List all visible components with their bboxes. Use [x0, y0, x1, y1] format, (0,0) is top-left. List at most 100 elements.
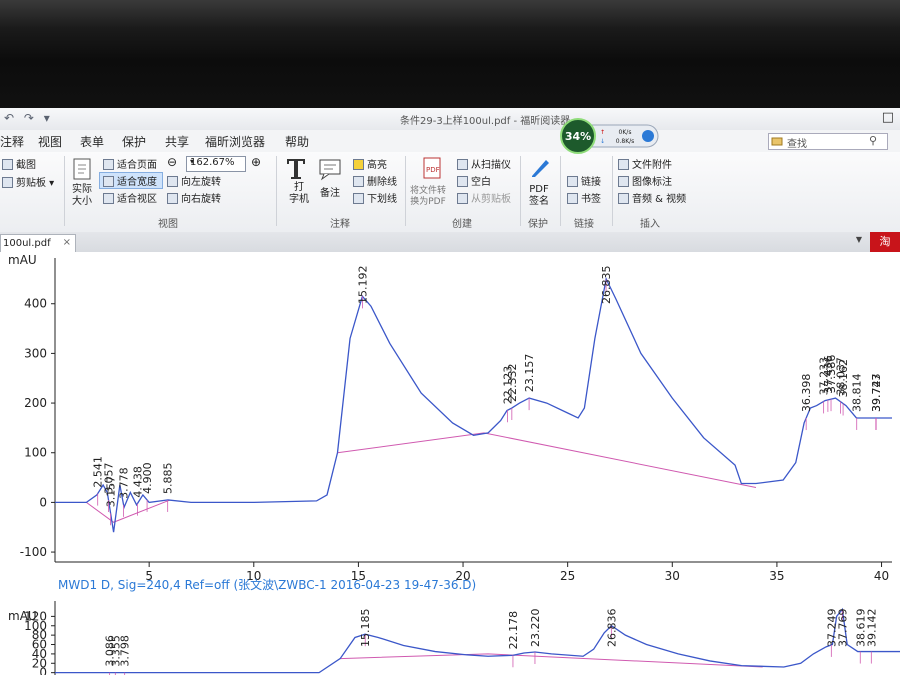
fit-width-icon — [103, 176, 114, 187]
link-button[interactable]: 链接 — [567, 173, 601, 188]
svg-text:PDF: PDF — [426, 166, 440, 174]
ribbon-toolbar: 截图 剪贴板 ▾ 实际 大小 适合页面 适合宽度 适合视区 ⊖ 162.67% ▾ … — [0, 152, 900, 233]
peak-label: 5.885 — [162, 462, 175, 494]
ribbon-separator — [64, 156, 65, 226]
highlight-button[interactable]: 高亮 — [353, 156, 387, 171]
group-label-insert: 插入 — [640, 219, 660, 230]
zoom-in-icon[interactable]: ⊕ — [251, 155, 261, 169]
menu-protect[interactable]: 保护 — [122, 133, 146, 150]
fit-view-button[interactable]: 适合视区 — [103, 190, 157, 205]
actual-size-button[interactable]: 实际 大小 — [72, 184, 92, 208]
menu-bar: 注释 视图 表单 保护 共享 福昕浏览器 帮助 查找 ⚲ — [0, 130, 900, 153]
boost-icon — [642, 130, 654, 142]
attachment-icon — [618, 159, 629, 170]
menu-view[interactable]: 视图 — [38, 133, 62, 150]
zoom-out-icon[interactable]: ⊖ — [167, 155, 177, 169]
zoom-select[interactable]: 162.67% ▾ — [186, 156, 246, 172]
quick-access-toolbar[interactable]: ↶ ↷ ▾ — [4, 111, 53, 125]
group-label-view: 视图 — [158, 219, 178, 230]
note-button[interactable]: 备注 — [320, 184, 340, 199]
integration-baseline — [86, 499, 171, 523]
y-axis-label: mAU — [8, 253, 37, 267]
ribbon-separator — [560, 156, 561, 226]
monitor-bezel — [0, 0, 900, 110]
window-title: 条件29-3上样100ul.pdf - 福昕阅读器 — [400, 116, 571, 127]
rotate-right-icon — [167, 193, 178, 204]
x-tick-label: 30 — [665, 569, 680, 583]
document-tab[interactable]: 100ul.pdf × — [0, 234, 76, 253]
file-attachment-button[interactable]: 文件附件 — [618, 156, 672, 171]
rotate-left-button[interactable]: 向左旋转 — [167, 173, 221, 188]
menu-help[interactable]: 帮助 — [285, 133, 309, 150]
strikeout-icon — [353, 176, 364, 187]
note-icon — [319, 159, 341, 181]
fit-width-button[interactable]: 适合宽度 — [103, 173, 157, 188]
download-arrow-icon: ↓ — [600, 138, 605, 145]
y-tick-label: 300 — [24, 346, 47, 360]
ribbon-separator — [276, 156, 277, 226]
peak-label: 23.220 — [529, 609, 542, 648]
peak-label: 3.798 — [119, 635, 132, 667]
from-scanner-button[interactable]: 从扫描仪 — [457, 156, 511, 171]
peak-label: 38.162 — [837, 359, 850, 398]
signal-trace — [55, 607, 900, 674]
close-window-icon[interactable]: □ — [882, 110, 894, 125]
y-tick-label: 100 — [24, 446, 47, 460]
clipboard-paste-icon — [457, 193, 468, 204]
y-tick-label: 120 — [24, 609, 47, 623]
upload-arrow-icon: ↑ — [600, 129, 605, 136]
integration-baseline — [337, 432, 757, 488]
side-ad-badge[interactable]: 淘 — [870, 232, 900, 252]
convert-to-pdf-button[interactable]: 将文件转 换为PDF — [410, 186, 446, 208]
search-icon[interactable]: ⚲ — [869, 134, 877, 147]
y-tick-label: 200 — [24, 396, 47, 410]
menu-share[interactable]: 共享 — [165, 133, 189, 150]
upper-chromatogram: mAU-10001002003004005 10 15 20 25 30 35 402.541… — [8, 253, 892, 583]
bookmark-button[interactable]: 书签 — [567, 190, 601, 205]
title-bar: ↶ ↷ ▾ 条件29-3上样100ul.pdf - 福昕阅读器 □ — [0, 108, 900, 130]
bookmark-icon — [567, 193, 578, 204]
peak-label: 22.332 — [506, 364, 519, 403]
chevron-down-icon: ▾ — [190, 157, 195, 166]
pdf-sign-button[interactable]: PDF 签名 — [529, 184, 549, 208]
y-tick-label: 0 — [39, 495, 47, 509]
audio-video-button[interactable]: 音频 & 视频 — [618, 190, 686, 205]
x-tick-label: 25 — [560, 569, 575, 583]
document-tab-row: 100ul.pdf × ▼ 淘 — [0, 232, 900, 253]
menu-foxit-browser[interactable]: 福昕浏览器 — [205, 133, 265, 150]
peak-label: 4.900 — [141, 462, 154, 494]
screenshot-icon — [2, 159, 13, 170]
blank-page-button[interactable]: 空白 — [457, 173, 491, 188]
clipboard-button[interactable]: 剪贴板 ▾ — [2, 174, 54, 189]
integration-baseline — [340, 653, 763, 668]
chart-title: MWD1 D, Sig=240,4 Ref=off (张文波\ZWBC-1 20… — [58, 577, 476, 592]
search-input[interactable]: 查找 — [787, 135, 807, 150]
convert-pdf-icon: PDF — [423, 157, 441, 179]
menu-comment[interactable]: 注释 — [0, 133, 24, 150]
underline-button[interactable]: 下划线 — [353, 190, 397, 205]
fit-page-button[interactable]: 适合页面 — [103, 156, 157, 171]
typewriter-icon — [287, 159, 305, 179]
foxit-reader-window: ↶ ↷ ▾ 条件29-3上样100ul.pdf - 福昕阅读器 □ 注释 视图 … — [0, 108, 900, 675]
tab-list-chevron-icon[interactable]: ▼ — [856, 235, 862, 244]
rotate-right-button[interactable]: 向右旋转 — [167, 190, 221, 205]
from-clipboard-button[interactable]: 从剪贴板 — [457, 190, 511, 205]
strikeout-button[interactable]: 删除线 — [353, 173, 397, 188]
peak-label: 39.743 — [870, 373, 883, 412]
peak-label: 26.835 — [600, 266, 613, 305]
peak-label: 39.142 — [865, 609, 878, 648]
screenshot-button[interactable]: 截图 — [2, 156, 36, 171]
menu-form[interactable]: 表单 — [80, 133, 104, 150]
peak-label: 26.836 — [605, 609, 618, 648]
pdf-sign-icon — [532, 160, 549, 177]
film-icon — [618, 193, 629, 204]
typewriter-button[interactable]: 打字机 — [289, 182, 309, 206]
network-speed-widget[interactable]: 34% ↑ ↓ 0K/s 0.8K/s — [560, 116, 660, 156]
group-label-links: 链接 — [574, 219, 594, 230]
peak-label: 15.192 — [356, 266, 369, 305]
image-annotation-button[interactable]: 图像标注 — [618, 173, 672, 188]
peak-label: 23.157 — [523, 354, 536, 393]
search-box[interactable]: 查找 ⚲ — [768, 133, 888, 150]
ribbon-separator — [405, 156, 406, 226]
close-tab-icon[interactable]: × — [63, 237, 71, 248]
